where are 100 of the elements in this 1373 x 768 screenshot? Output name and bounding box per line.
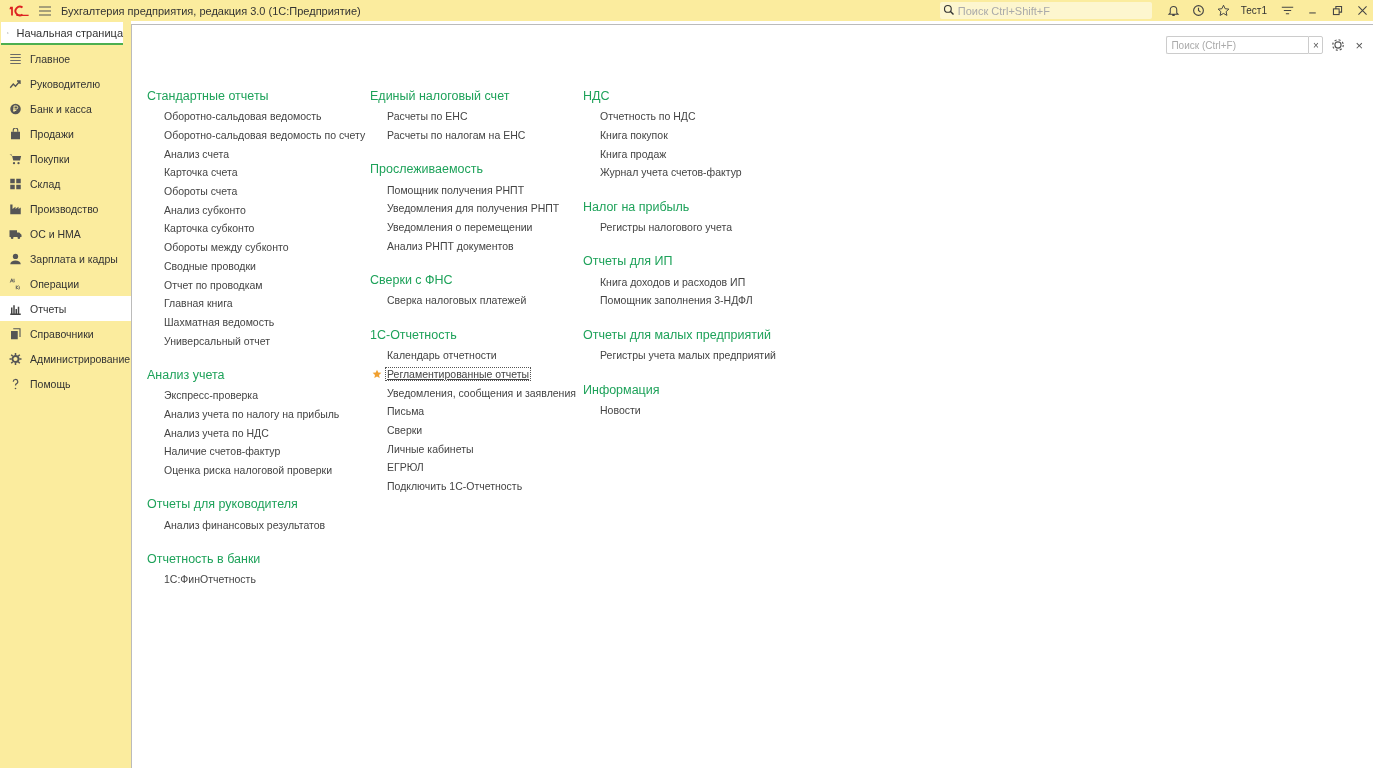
close-button[interactable]: ×	[1355, 37, 1363, 53]
sidebar-item[interactable]: Зарплата и кадры	[0, 246, 131, 271]
sidebar-item[interactable]: Администрирование	[0, 346, 131, 371]
report-link[interactable]: Обороты счета	[162, 184, 240, 199]
search-field[interactable]: Поиск (Ctrl+F)	[1166, 36, 1309, 54]
report-link[interactable]: Анализ РНПТ документов	[385, 238, 516, 253]
section-heading: Сверки с ФНС	[370, 272, 454, 290]
sidebar-item[interactable]: Отчеты	[0, 296, 131, 321]
report-link[interactable]: Уведомления для получения РНПТ	[385, 201, 562, 216]
report-link[interactable]: 1С:ФинОтчетность	[162, 572, 258, 587]
report-link[interactable]: Сверка налоговых платежей	[385, 293, 529, 308]
sidebar-item[interactable]: Склад	[0, 171, 131, 196]
factory-icon	[9, 202, 22, 215]
report-link[interactable]: Оборотно-сальдовая ведомость	[162, 109, 324, 124]
report-link[interactable]: Анализ субконто	[162, 202, 248, 217]
report-link[interactable]: Регламентированные отчеты	[385, 366, 532, 381]
report-link[interactable]: Книга покупок	[598, 128, 670, 143]
debit-credit-icon	[9, 277, 22, 290]
report-link[interactable]: ЕГРЮЛ	[385, 460, 426, 475]
section-heading: Отчеты для малых предприятий	[583, 326, 772, 344]
books-icon	[9, 327, 22, 340]
settings-icon[interactable]	[1331, 38, 1346, 52]
section-heading: Отчеты для руководителя	[147, 496, 299, 514]
clear-button[interactable]: ×	[1308, 36, 1324, 54]
coin-icon	[9, 102, 22, 115]
report-link[interactable]: Расчеты по ЕНС	[385, 109, 470, 124]
user-name[interactable]: Тест1	[1240, 5, 1267, 16]
settings-icon	[9, 352, 22, 365]
section-heading: Информация	[583, 381, 661, 399]
sidebar-item[interactable]: Покупки	[0, 146, 131, 171]
report-link[interactable]: Анализ учета по НДС	[162, 425, 271, 440]
report-link[interactable]: Расчеты по налогам на ЕНС	[385, 128, 528, 143]
star-icon[interactable]	[372, 368, 382, 379]
report-link[interactable]: Шахматная ведомость	[162, 314, 277, 329]
report-link[interactable]: Журнал учета счетов-фактур	[598, 165, 744, 180]
section-heading: НДС	[583, 88, 611, 105]
sidebar-item[interactable]: Продажи	[0, 121, 131, 146]
report-link[interactable]: Помощник получения РНПТ	[385, 182, 527, 197]
sidebar-item[interactable]: Банк и касса	[0, 96, 131, 121]
report-link[interactable]: Обороты между субконто	[162, 240, 291, 255]
report-link[interactable]: Сводные проводки	[162, 258, 258, 273]
report-link[interactable]: Наличие счетов-фактур	[162, 444, 283, 459]
report-link[interactable]: Уведомления, сообщения и заявления	[385, 385, 578, 400]
sidebar-item[interactable]: ОС и НМА	[0, 221, 131, 246]
section-heading: Единый налоговый счет	[370, 88, 511, 105]
report-link[interactable]: Помощник заполнения 3-НДФЛ	[598, 293, 755, 308]
section-heading: Налог на прибыль	[583, 198, 691, 216]
sidebar-item[interactable]: Главное	[0, 46, 131, 71]
report-link[interactable]: Экспресс-проверка	[162, 388, 261, 403]
filter-menu-icon[interactable]	[1280, 4, 1294, 17]
report-link[interactable]: Уведомления о перемещении	[385, 220, 535, 235]
truck-icon	[9, 227, 22, 240]
trend-icon	[9, 77, 22, 90]
section-heading: 1С-Отчетность	[370, 326, 458, 344]
search-icon	[942, 4, 955, 16]
bell-icon[interactable]	[1167, 4, 1181, 17]
section-heading: Анализ учета	[147, 366, 226, 384]
section-heading: Прослеживаемость	[370, 161, 485, 179]
report-link[interactable]: Анализ финансовых результатов	[162, 517, 328, 532]
star-icon[interactable]	[1217, 4, 1231, 17]
report-link[interactable]: Универсальный отчет	[162, 333, 272, 348]
section-heading: Отчетность в банки	[147, 551, 262, 569]
report-link[interactable]: Карточка счета	[162, 165, 240, 180]
report-link[interactable]: Регистры налогового учета	[598, 220, 734, 235]
restore-icon[interactable]	[1330, 4, 1344, 17]
history-icon[interactable]	[1192, 4, 1206, 17]
person-icon	[9, 252, 22, 265]
section-heading: Отчеты для ИП	[583, 253, 674, 271]
report-link[interactable]: Анализ учета по налогу на прибыль	[162, 406, 342, 421]
close-icon[interactable]	[1355, 4, 1369, 17]
sidebar-item[interactable]: Руководителю	[0, 71, 131, 96]
report-link[interactable]: Отчет по проводкам	[162, 277, 265, 292]
sidebar-item[interactable]: Справочники	[0, 321, 131, 346]
window-title: Бухгалтерия предприятия, редакция 3.0 (1С:Предприятие)	[61, 4, 361, 17]
bag-icon	[9, 127, 22, 140]
bar-chart-icon	[9, 302, 22, 315]
report-link[interactable]: Оборотно-сальдовая ведомость по счету	[162, 128, 368, 143]
report-link[interactable]: Анализ счета	[162, 146, 231, 161]
sidebar-item[interactable]: Операции	[0, 271, 131, 296]
report-link[interactable]: Книга доходов и расходов ИП	[598, 274, 748, 289]
report-link[interactable]: Письма	[385, 404, 427, 419]
report-link[interactable]: Книга продаж	[598, 146, 669, 161]
report-link[interactable]: Новости	[598, 402, 643, 417]
report-link[interactable]: Главная книга	[162, 296, 235, 311]
report-link[interactable]: Карточка субконто	[162, 221, 257, 236]
report-link[interactable]: Календарь отчетности	[385, 348, 499, 363]
list-icon	[9, 52, 22, 65]
grid-icon	[9, 177, 22, 190]
report-link[interactable]: Подключить 1С-Отчетность	[385, 478, 525, 493]
section-heading: Стандартные отчеты	[147, 88, 270, 105]
report-link[interactable]: Регистры учета малых предприятий	[598, 348, 778, 363]
home-tab[interactable]: Начальная страница	[1, 22, 123, 45]
report-link[interactable]: Сверки	[385, 422, 425, 437]
sidebar-item[interactable]: Помощь	[0, 371, 131, 396]
report-link[interactable]: Личные кабинеты	[385, 441, 476, 456]
sidebar-item[interactable]: Производство	[0, 196, 131, 221]
report-link[interactable]: Отчетность по НДС	[598, 109, 698, 124]
logo-icon[interactable]	[8, 3, 30, 18]
report-link[interactable]: Оценка риска налоговой проверки	[162, 463, 335, 478]
search-field[interactable]: Поиск Ctrl+Shift+F	[939, 2, 1152, 19]
